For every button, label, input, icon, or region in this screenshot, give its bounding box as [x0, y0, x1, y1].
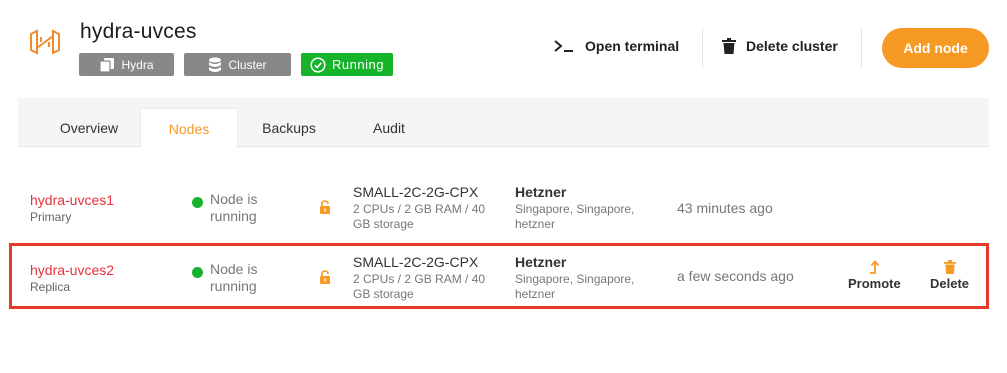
open-terminal-button[interactable]: Open terminal — [553, 38, 679, 54]
tab-overview[interactable]: Overview — [40, 108, 138, 147]
node-status: Node is running — [192, 191, 280, 225]
unlock-icon — [320, 200, 330, 214]
node-provider: Hetzner — [515, 254, 567, 270]
status-dot-icon — [192, 197, 203, 208]
header-divider — [702, 28, 703, 68]
terminal-icon — [554, 40, 573, 52]
status-badge-label: Running — [332, 57, 384, 72]
node-created: a few seconds ago — [677, 268, 794, 284]
node-status-text: Node is running — [210, 191, 258, 224]
unlock-icon — [320, 270, 330, 284]
delete-cluster-label: Delete cluster — [746, 38, 838, 54]
tab-nodes[interactable]: Nodes — [140, 108, 238, 148]
delete-cluster-button[interactable]: Delete cluster — [722, 38, 838, 54]
node-plan: SMALL-2C-2G-CPX — [353, 254, 479, 270]
node-name-link[interactable]: hydra-uvces2 — [30, 262, 114, 278]
hydra-logo-icon — [30, 29, 60, 55]
copy-icon — [99, 57, 115, 73]
node-plan: SMALL-2C-2G-CPX — [353, 184, 479, 200]
cluster-title: hydra-uvces — [80, 20, 197, 43]
node-row: hydra-uvces1 Primary Node is running SMA… — [9, 176, 989, 242]
type-badge-label: Cluster — [228, 57, 267, 72]
open-terminal-label: Open terminal — [585, 38, 680, 54]
tab-backups[interactable]: Backups — [240, 108, 338, 147]
promote-label: Promote — [848, 276, 901, 291]
trash-icon — [943, 260, 956, 274]
header-divider — [861, 28, 862, 68]
node-role: Replica — [30, 280, 71, 294]
node-spec: 2 CPUs / 2 GB RAM / 40 GB storage — [353, 272, 486, 301]
type-badge: Cluster — [184, 53, 291, 76]
status-dot-icon — [192, 267, 203, 278]
node-provider: Hetzner — [515, 184, 567, 200]
check-circle-icon — [310, 56, 326, 73]
engine-badge: Hydra — [79, 53, 174, 76]
node-status: Node is running — [192, 261, 280, 295]
tab-audit[interactable]: Audit — [340, 108, 438, 147]
engine-badge-label: Hydra — [121, 57, 154, 72]
trash-icon — [722, 38, 736, 54]
tab-bar: Overview Nodes Backups Audit — [18, 98, 989, 148]
node-name-link[interactable]: hydra-uvces1 — [30, 192, 114, 208]
delete-node-button[interactable]: Delete — [930, 260, 969, 291]
node-role: Primary — [30, 210, 72, 224]
status-badge: Running — [301, 53, 393, 76]
cluster-badges: Hydra Cluster Running — [79, 53, 393, 76]
node-row-highlighted: hydra-uvces2 Replica Node is running SMA… — [9, 243, 989, 309]
node-created: 43 minutes ago — [677, 200, 773, 216]
node-location: Singapore, Singapore, hetzner — [515, 272, 635, 301]
promote-button[interactable]: Promote — [848, 260, 901, 291]
promote-icon — [870, 260, 880, 274]
delete-node-label: Delete — [930, 276, 970, 291]
node-location: Singapore, Singapore, hetzner — [515, 202, 635, 231]
node-status-text: Node is running — [210, 261, 258, 294]
add-node-button[interactable]: Add node — [882, 28, 989, 68]
database-icon — [209, 57, 222, 72]
node-spec: 2 CPUs / 2 GB RAM / 40 GB storage — [353, 202, 486, 231]
